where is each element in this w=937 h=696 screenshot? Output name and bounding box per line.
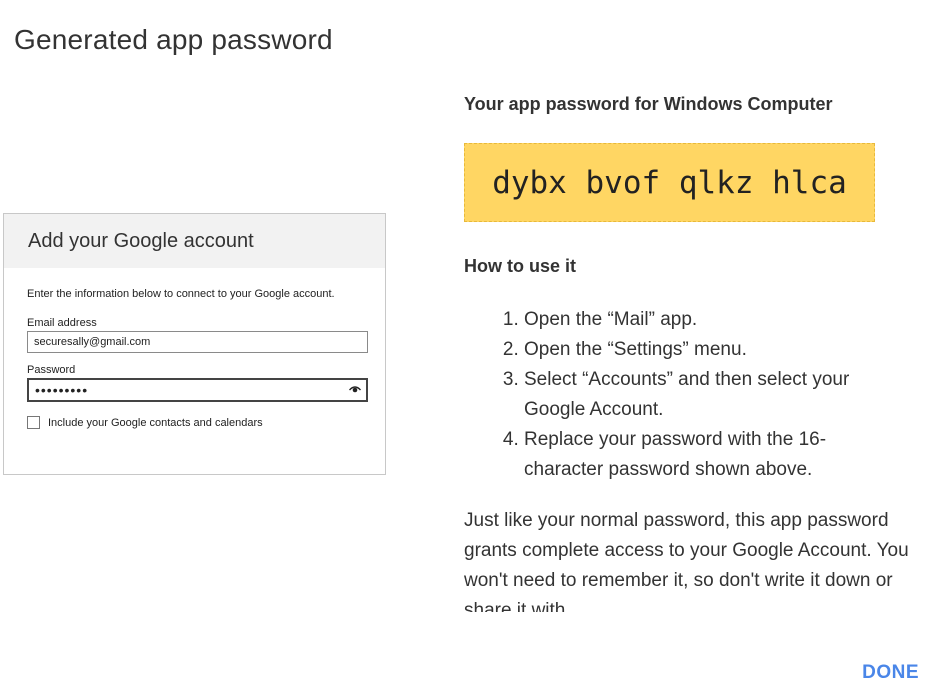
step-item: Open the “Mail” app. [524, 305, 904, 335]
step-item: Open the “Settings” menu. [524, 335, 904, 365]
password-label: Password [27, 364, 76, 376]
illustration-intro: Enter the information below to connect t… [27, 288, 335, 300]
contacts-checkbox [27, 416, 40, 429]
app-password-value: dybx bvof qlkz hlca [492, 164, 847, 201]
eye-icon [349, 386, 361, 393]
step-item: Select “Accounts” and then select your G… [524, 365, 904, 425]
done-button[interactable]: DONE [862, 662, 919, 684]
mail-app-illustration: Add your Google account Enter the inform… [3, 213, 386, 475]
email-field: securesally@gmail.com [27, 331, 368, 353]
app-password-box: dybx bvof qlkz hlca [464, 143, 875, 222]
illustration-header: Add your Google account [4, 214, 385, 268]
contacts-checkbox-label: Include your Google contacts and calenda… [48, 416, 263, 429]
scrollable-note[interactable]: Just like your normal password, this app… [464, 506, 909, 612]
email-value: securesally@gmail.com [34, 336, 151, 348]
step-item: Replace your password with the 16-charac… [524, 425, 904, 485]
app-password-heading: Your app password for Windows Computer [464, 94, 833, 114]
how-to-heading: How to use it [464, 256, 576, 276]
security-note: Just like your normal password, this app… [464, 510, 909, 612]
how-to-steps: Open the “Mail” app. Open the “Settings”… [464, 305, 904, 485]
email-label: Email address [27, 317, 97, 329]
password-value: ••••••••• [35, 382, 89, 398]
dialog-title: Generated app password [14, 24, 333, 55]
contacts-option: Include your Google contacts and calenda… [27, 416, 367, 429]
password-field: ••••••••• [27, 378, 368, 402]
